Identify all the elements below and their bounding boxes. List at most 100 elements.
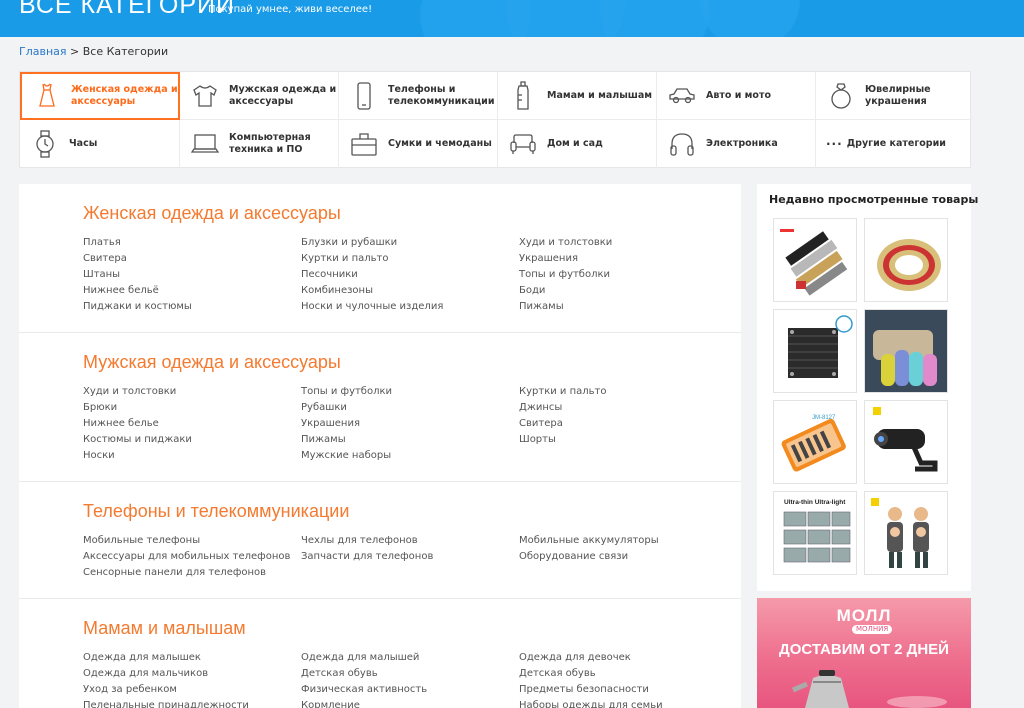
subcategory-link[interactable]: Оборудование связи (519, 549, 628, 565)
subcategory-link[interactable]: Запчасти для телефонов (301, 549, 433, 565)
section-mens-clothing: Мужская одежда и аксессуары Худи и толст… (19, 333, 741, 482)
subcategory-link[interactable]: Худи и толстовки (83, 384, 176, 400)
subcategory-link[interactable]: Свитера (519, 416, 563, 432)
product-thumbnail[interactable]: JM-8127 (773, 400, 857, 484)
subcategory-link[interactable]: Джинсы (519, 400, 562, 416)
subcategory-link[interactable]: Носки (83, 448, 115, 464)
subcategory-link[interactable]: Топы и футболки (519, 267, 610, 283)
category-other[interactable]: ··· Другие категории (816, 120, 972, 168)
phone-icon (349, 81, 379, 111)
subcategory-link[interactable]: Куртки и пальто (301, 251, 388, 267)
subcategory-link[interactable]: Нижнее бельё (83, 283, 159, 299)
category-mens-clothing[interactable]: Мужская одежда и аксессуары (180, 72, 339, 120)
banner-decoration (700, 0, 800, 37)
subcategory-link[interactable]: Наборы одежды для семьи (519, 698, 663, 708)
tshirt-icon (190, 81, 220, 111)
tape-rolls-image (877, 239, 941, 291)
subcategory-link[interactable]: Штаны (83, 267, 120, 283)
subcategory-link[interactable]: Мужские наборы (301, 448, 391, 464)
subcategory-link[interactable]: Аксессуары для мобильных телефонов (83, 549, 290, 565)
section-phones: Телефоны и телекоммуникации Мобильные те… (19, 482, 741, 599)
subcategory-link[interactable]: Кормление (301, 698, 360, 708)
subcategory-link[interactable]: Боди (519, 283, 545, 299)
subcategory-link[interactable]: Пиджаки и костюмы (83, 299, 192, 315)
category-label: Ювелирные украшения (865, 83, 931, 107)
section-title[interactable]: Телефоны и телекоммуникации (83, 501, 349, 522)
promo-banner[interactable]: МОЛЛ МОЛНИЯ ДОСТАВИМ ОТ 2 ДНЕЙ (757, 598, 971, 708)
product-thumbnail[interactable] (773, 218, 857, 302)
subcategory-link[interactable]: Физическая активность (301, 682, 427, 698)
kettle-image (792, 670, 947, 708)
subcategory-link[interactable]: Носки и чулочные изделия (301, 299, 443, 315)
subcategory-link[interactable]: Блузки и рубашки (301, 235, 397, 251)
product-thumbnail[interactable] (864, 400, 948, 484)
thumb-label: Ultra-thin Ultra-light (784, 499, 846, 506)
subcategory-link[interactable]: Чехлы для телефонов (301, 533, 418, 549)
category-bags[interactable]: Сумки и чемоданы (339, 120, 498, 168)
subcategory-link[interactable]: Украшения (301, 416, 360, 432)
breadcrumb-home-link[interactable]: Главная (19, 45, 67, 58)
category-auto-moto[interactable]: Авто и мото (657, 72, 816, 120)
category-jewelry[interactable]: Ювелирные украшения (816, 72, 972, 120)
category-label: Другие категории (846, 138, 946, 149)
subcategory-link[interactable]: Свитера (83, 251, 127, 267)
category-home-garden[interactable]: Дом и сад (498, 120, 657, 168)
subcategory-link[interactable]: Комбинезоны (301, 283, 373, 299)
subcategory-link[interactable]: Одежда для малышей (301, 650, 419, 666)
fan-grill-image (788, 315, 853, 378)
subcategory-link[interactable]: Топы и футболки (301, 384, 392, 400)
subcategory-link[interactable]: Пижамы (519, 299, 564, 315)
subcategory-link[interactable]: Мобильные аккумуляторы (519, 533, 659, 549)
promo-text: ДОСТАВИМ ОТ 2 ДНЕЙ (779, 641, 949, 658)
banner-decoration (600, 0, 710, 37)
subcategory-link[interactable]: Украшения (519, 251, 578, 267)
breadcrumb-current: Все Категории (82, 45, 169, 58)
subcategory-link[interactable]: Платья (83, 235, 121, 251)
subcategory-link[interactable]: Худи и толстовки (519, 235, 612, 251)
product-thumbnail[interactable] (773, 309, 857, 393)
subcategory-link[interactable]: Брюки (83, 400, 117, 416)
category-label: Авто и мото (706, 89, 771, 101)
category-phones[interactable]: Телефоны и телекоммуникации (339, 72, 498, 120)
subcategory-link[interactable]: Шорты (519, 432, 556, 448)
category-computers[interactable]: Компьютерная техника и ПО (180, 120, 339, 168)
product-thumbnail[interactable]: Ultra-thin Ultra-light (773, 491, 857, 575)
subcategory-link[interactable]: Песочники (301, 267, 358, 283)
subcategory-link[interactable]: Костюмы и пиджаки (83, 432, 192, 448)
category-electronics[interactable]: Электроника (657, 120, 816, 168)
category-label: Телефоны и телекоммуникации (388, 83, 495, 107)
breadcrumb-separator: > (66, 45, 83, 58)
subcategory-link[interactable]: Одежда для малышек (83, 650, 201, 666)
section-title[interactable]: Мамам и малышам (83, 618, 246, 639)
vinyl-rolls-image (780, 229, 848, 296)
subcategory-link[interactable]: Мобильные телефоны (83, 533, 200, 549)
category-label: Электроника (706, 138, 778, 149)
subcategory-link[interactable]: Нижнее белье (83, 416, 159, 432)
category-label: Мамам и малышам (547, 89, 653, 101)
category-womens-clothing[interactable]: Женская одежда и аксессуары (20, 72, 180, 120)
subcategory-link[interactable]: Одежда для мальчиков (83, 666, 208, 682)
subcategory-link[interactable]: Сенсорные панели для телефонов (83, 565, 266, 581)
subcategory-link[interactable]: Пеленальные принадлежности (83, 698, 249, 708)
product-thumbnail[interactable] (864, 491, 948, 575)
category-label: Сумки и чемоданы (388, 138, 492, 149)
product-thumbnail[interactable] (864, 218, 948, 302)
section-title[interactable]: Мужская одежда и аксессуары (83, 352, 341, 373)
subcategory-link[interactable]: Детская обувь (301, 666, 378, 682)
thumb-label: JM-8127 (812, 415, 836, 421)
section-title[interactable]: Женская одежда и аксессуары (83, 203, 341, 224)
subcategory-link[interactable]: Рубашки (301, 400, 347, 416)
subcategory-link[interactable]: Предметы безопасности (519, 682, 649, 698)
category-moms-kids[interactable]: Мамам и малышам (498, 72, 657, 120)
subcategory-link[interactable]: Детская обувь (519, 666, 596, 682)
subcategory-link[interactable]: Одежда для девочек (519, 650, 631, 666)
recently-viewed-panel: Недавно просмотренные товары JM-8127 Ult… (757, 184, 978, 591)
car-towels-image (865, 310, 947, 392)
category-watches[interactable]: Часы (20, 120, 180, 168)
product-thumbnail[interactable] (864, 309, 948, 393)
subcategory-link[interactable]: Куртки и пальто (519, 384, 606, 400)
subcategory-link[interactable]: Уход за ребенком (83, 682, 177, 698)
dress-icon (32, 81, 62, 111)
subcategory-link[interactable]: Пижамы (301, 432, 346, 448)
page-title: ВСЕ КАТЕГОРИИ (19, 0, 235, 19)
